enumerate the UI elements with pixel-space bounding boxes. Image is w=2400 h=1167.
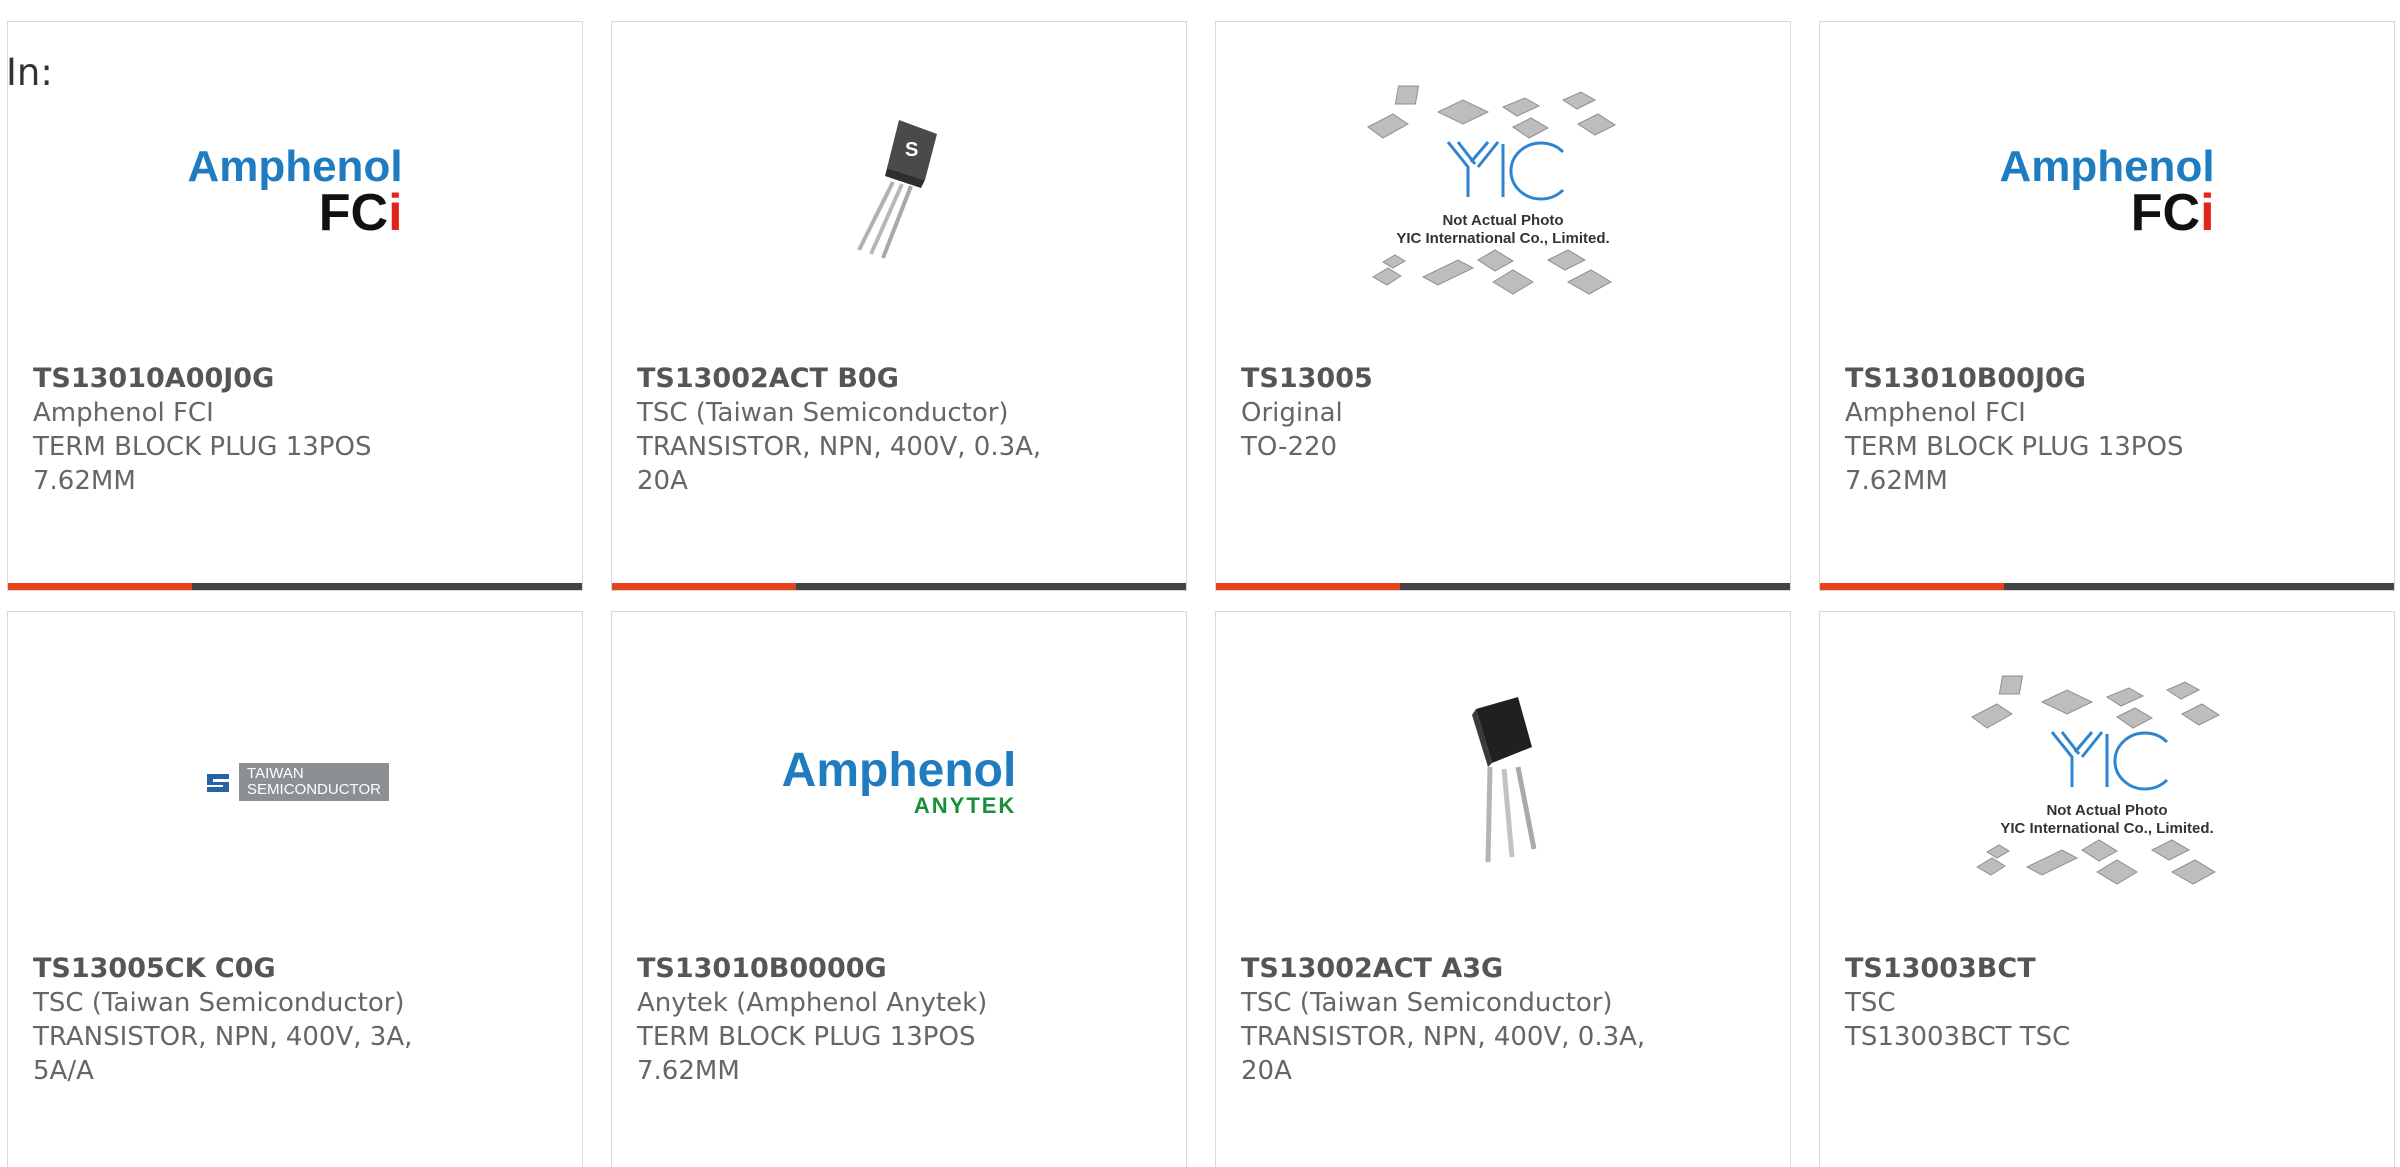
description: TERM BLOCK PLUG 13POS 7.62MM (637, 1022, 976, 1086)
chip-placeholder-icon (1971, 675, 2221, 885)
product-info: TS13010B00J0G Amphenol FCI TERM BLOCK PL… (1845, 362, 2369, 498)
transistor-to92-icon (1472, 697, 1537, 863)
product-info: TS13005 Original TO-220 (1241, 362, 1765, 464)
part-number-link[interactable]: TS13010B00J0G (1845, 362, 2369, 396)
product-image[interactable]: Amphenol ANYTEK (612, 612, 1186, 952)
product-grid-page: In: Amphenol FCi TS13010A00J0G Amphenol … (0, 0, 2400, 1167)
part-number-link[interactable]: TS13002ACT B0G (637, 362, 1161, 396)
description: TERM BLOCK PLUG 13POS 7.62MM (1845, 432, 2184, 496)
svg-text:S: S (905, 139, 918, 161)
product-image[interactable] (1216, 612, 1790, 952)
manufacturer: TSC (Taiwan Semiconductor) (33, 988, 405, 1018)
product-info: TS13003BCT TSC TS13003BCT TSC (1845, 952, 2369, 1054)
tsc-logo: TAIWAN SEMICONDUCTOR (201, 763, 389, 801)
chip-placeholder-icon (1367, 85, 1617, 295)
product-image[interactable]: Not Actual Photo YIC International Co., … (1820, 612, 2394, 952)
description: TS13003BCT TSC (1845, 1022, 2071, 1052)
description: TO-220 (1241, 432, 1338, 462)
manufacturer: TSC (Taiwan Semiconductor) (637, 398, 1009, 428)
manufacturer: TSC (1845, 988, 1896, 1018)
part-number-link[interactable]: TS13003BCT (1845, 952, 2369, 986)
product-card[interactable]: Amphenol FCi TS13010B00J0G Amphenol FCI … (1819, 21, 2395, 591)
product-image[interactable]: Amphenol FCi (1820, 22, 2394, 362)
manufacturer: Original (1241, 398, 1343, 428)
progress-bar (8, 583, 582, 590)
product-card[interactable]: TAIWAN SEMICONDUCTOR TS13005CK C0G TSC (… (7, 611, 583, 1167)
part-number-link[interactable]: TS13010B0000G (637, 952, 1161, 986)
part-number-link[interactable]: TS13002ACT A3G (1241, 952, 1765, 986)
progress-bar-fill (612, 583, 796, 590)
not-actual-photo-placeholder: Not Actual Photo YIC International Co., … (1363, 72, 1643, 312)
progress-bar (1216, 583, 1790, 590)
part-number-link[interactable]: TS13005 (1241, 362, 1765, 396)
transistor-to92-icon: S (857, 120, 937, 259)
description: TRANSISTOR, NPN, 400V, 0.3A, 20A (1241, 1022, 1646, 1086)
description: TERM BLOCK PLUG 13POS 7.62MM (33, 432, 372, 496)
filter-in-label: In: (6, 51, 53, 94)
product-image[interactable]: Not Actual Photo YIC International Co., … (1216, 22, 1790, 362)
product-card[interactable]: TS13002ACT A3G TSC (Taiwan Semiconductor… (1215, 611, 1791, 1167)
product-info: TS13005CK C0G TSC (Taiwan Semiconductor)… (33, 952, 557, 1088)
product-card[interactable]: Not Actual Photo YIC International Co., … (1819, 611, 2395, 1167)
product-info: TS13002ACT B0G TSC (Taiwan Semiconductor… (637, 362, 1161, 498)
product-info: TS13010A00J0G Amphenol FCI TERM BLOCK PL… (33, 362, 557, 498)
product-card[interactable]: S TS13002ACT B0G TSC (Taiwan Semiconduct… (611, 21, 1187, 591)
progress-bar (612, 583, 1186, 590)
progress-bar (1820, 583, 2394, 590)
product-image[interactable]: S (612, 22, 1186, 362)
product-image[interactable]: TAIWAN SEMICONDUCTOR (8, 612, 582, 952)
amphenol-fci-logo: Amphenol FCi (187, 142, 403, 242)
progress-bar-fill (1216, 583, 1400, 590)
product-card[interactable]: Amphenol FCi TS13010A00J0G Amphenol FCI … (7, 21, 583, 591)
description: TRANSISTOR, NPN, 400V, 3A, 5A/A (33, 1022, 413, 1086)
progress-bar-fill (8, 583, 192, 590)
manufacturer: Amphenol FCI (33, 398, 214, 428)
progress-bar-fill (1820, 583, 2004, 590)
manufacturer: Anytek (Amphenol Anytek) (637, 988, 988, 1018)
manufacturer: TSC (Taiwan Semiconductor) (1241, 988, 1613, 1018)
description: TRANSISTOR, NPN, 400V, 0.3A, 20A (637, 432, 1042, 496)
tsc-mark-icon (203, 770, 234, 794)
product-image[interactable]: Amphenol FCi (8, 22, 582, 362)
amphenol-fci-logo: Amphenol FCi (1999, 142, 2215, 242)
product-info: TS13010B0000G Anytek (Amphenol Anytek) T… (637, 952, 1161, 1088)
product-card[interactable]: Amphenol ANYTEK TS13010B0000G Anytek (Am… (611, 611, 1187, 1167)
product-info: TS13002ACT A3G TSC (Taiwan Semiconductor… (1241, 952, 1765, 1088)
not-actual-photo-placeholder: Not Actual Photo YIC International Co., … (1967, 662, 2247, 902)
amphenol-anytek-logo: Amphenol ANYTEK (781, 744, 1017, 818)
part-number-link[interactable]: TS13010A00J0G (33, 362, 557, 396)
manufacturer: Amphenol FCI (1845, 398, 2026, 428)
part-number-link[interactable]: TS13005CK C0G (33, 952, 557, 986)
product-card[interactable]: Not Actual Photo YIC International Co., … (1215, 21, 1791, 591)
